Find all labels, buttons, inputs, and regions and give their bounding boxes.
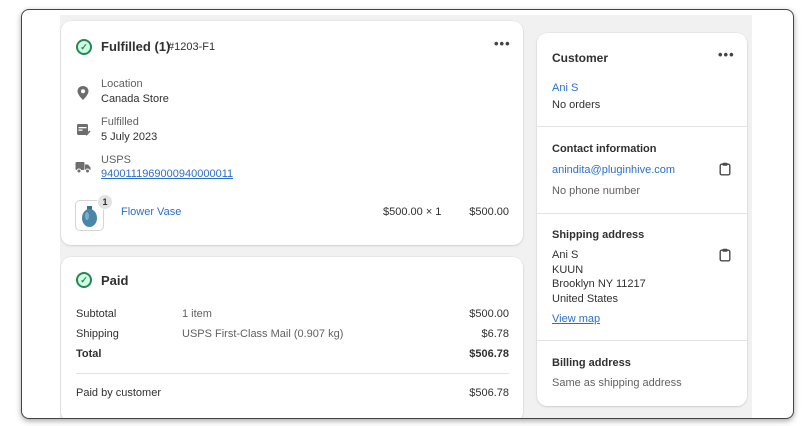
- location-value: Canada Store: [101, 93, 169, 105]
- view-map-link[interactable]: View map: [552, 313, 600, 325]
- fulfilled-status-icon: ✓: [76, 39, 92, 55]
- payment-title: Paid: [101, 273, 129, 288]
- customer-phone: No phone number: [552, 185, 641, 197]
- fulfillment-order-id: #1203-F1: [168, 41, 216, 53]
- product-price-quantity: $500.00 × 1: [383, 206, 442, 218]
- location-pin-icon: [77, 86, 89, 100]
- customer-divider-3: [537, 340, 747, 341]
- billing-address-title: Billing address: [552, 357, 631, 369]
- carrier-label: USPS: [101, 154, 131, 166]
- customer-divider-1: [537, 126, 747, 127]
- product-line-total: $500.00: [469, 206, 509, 218]
- shipping-address-title: Shipping address: [552, 229, 645, 241]
- customer-divider-2: [537, 213, 747, 214]
- fulfilled-label: Fulfilled: [101, 116, 139, 128]
- customer-title: Customer: [552, 51, 609, 65]
- total-label: Total: [76, 348, 102, 360]
- subtotal-amount: $500.00: [469, 308, 509, 320]
- customer-email-link[interactable]: anindita@pluginhive.com: [552, 164, 675, 176]
- fulfillment-more-actions-button[interactable]: •••: [494, 36, 511, 51]
- payment-divider: [76, 373, 509, 374]
- customer-name-link[interactable]: Ani S: [552, 82, 578, 94]
- customer-card: Customer ••• Ani S No orders Contact inf…: [537, 33, 747, 406]
- shipping-label: Shipping: [76, 328, 119, 340]
- fulfillment-title: Fulfilled (1): [101, 39, 171, 54]
- total-amount: $506.78: [469, 348, 509, 360]
- quantity-badge-value: 1: [102, 197, 108, 207]
- customer-orders: No orders: [552, 99, 601, 111]
- calendar-check-icon: [77, 124, 91, 136]
- subtotal-detail: 1 item: [182, 308, 212, 320]
- copy-address-clipboard-icon[interactable]: [719, 248, 731, 262]
- location-label: Location: [101, 78, 143, 90]
- shipping-address-line-2: KUUN: [552, 264, 584, 276]
- shipping-amount: $6.78: [481, 328, 509, 340]
- customer-more-actions-button[interactable]: •••: [718, 47, 735, 62]
- billing-address-value: Same as shipping address: [552, 377, 682, 389]
- order-details-canvas: ✓ Fulfilled (1) #1203-F1 ••• Location Ca…: [60, 15, 752, 418]
- paid-by-customer-amount: $506.78: [469, 387, 509, 399]
- product-name-link[interactable]: Flower Vase: [121, 206, 181, 218]
- fulfillment-card: ✓ Fulfilled (1) #1203-F1 ••• Location Ca…: [61, 21, 523, 245]
- shipping-address-line-1: Ani S: [552, 249, 579, 261]
- copy-email-clipboard-icon[interactable]: [719, 162, 731, 176]
- fulfilled-date: 5 July 2023: [101, 131, 158, 143]
- truck-icon: [75, 162, 91, 174]
- subtotal-label: Subtotal: [76, 308, 117, 320]
- shipping-address-line-3: Brooklyn NY 11217: [552, 278, 646, 290]
- shipping-detail: USPS First-Class Mail (0.907 kg): [182, 328, 344, 340]
- payment-card: ✓ Paid Subtotal 1 item $500.00 Shipping …: [61, 257, 523, 418]
- screenshot-frame: ✓ Fulfilled (1) #1203-F1 ••• Location Ca…: [21, 9, 794, 419]
- contact-information-title: Contact information: [552, 143, 657, 155]
- shipping-address-line-4: United States: [552, 293, 619, 305]
- tracking-number-link[interactable]: 9400111969000940000011: [101, 168, 233, 180]
- paid-status-icon: ✓: [76, 272, 92, 288]
- paid-by-customer-label: Paid by customer: [76, 387, 161, 399]
- quantity-badge: 1: [97, 194, 113, 210]
